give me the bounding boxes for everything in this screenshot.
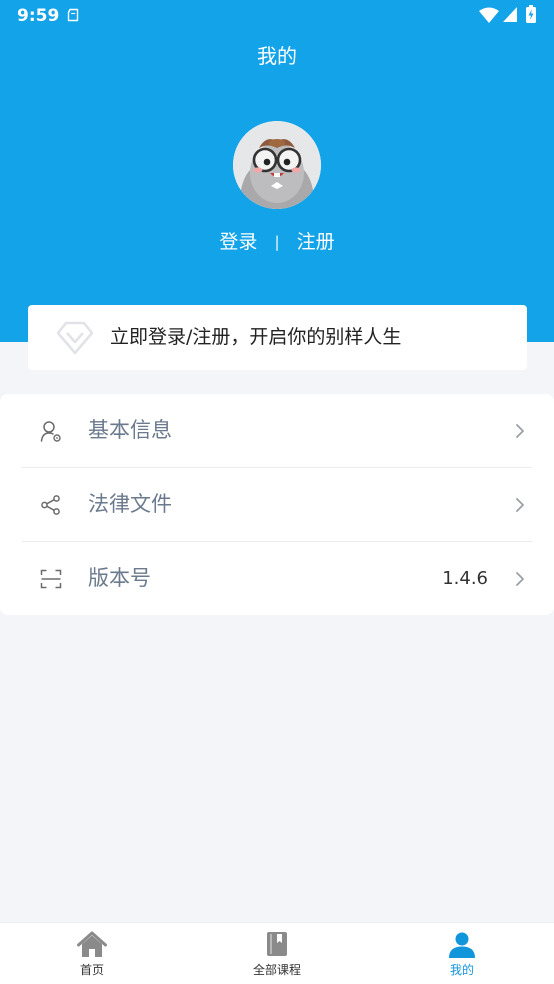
register-link[interactable]: 注册	[297, 227, 335, 257]
chevron-right-icon	[516, 572, 524, 586]
chevron-right-icon	[516, 424, 524, 438]
promo-text: 立即登录/注册，开启你的别样人生	[110, 326, 402, 348]
status-bar: 9:59	[0, 0, 554, 32]
avatar[interactable]	[233, 121, 321, 209]
home-icon	[77, 931, 107, 957]
battery-charging-icon	[526, 5, 536, 23]
login-link[interactable]: 登录	[219, 227, 257, 257]
mascot-avatar-image	[233, 121, 321, 209]
book-icon	[267, 932, 287, 956]
version-number: 1.4.6	[442, 568, 488, 589]
menu-item-basic-info[interactable]: 基本信息	[0, 394, 554, 467]
page-title: 我的	[257, 44, 297, 68]
user-settings-icon	[40, 421, 61, 442]
person-icon	[449, 932, 475, 958]
wifi-icon	[479, 7, 499, 23]
menu-item-legal-documents[interactable]: 法律文件	[0, 468, 554, 541]
menu-item-version[interactable]: 版本号 1.4.6	[0, 542, 554, 615]
tab-label: 全部课程	[252, 963, 301, 977]
menu-item-label: 版本号	[88, 566, 151, 590]
sd-card-icon	[67, 8, 79, 22]
chevron-right-icon	[516, 498, 524, 512]
tab-all-courses[interactable]: 全部课程	[185, 923, 369, 984]
menu-item-label: 基本信息	[88, 418, 172, 442]
settings-menu: 基本信息 法律文件 版本号 1.4.6	[0, 394, 554, 615]
scan-frame-icon	[40, 569, 62, 589]
profile-screen: 9:59 我的 登录 | 注册 立即登录/注册，开启你的别样人生 基本信息 法律…	[0, 0, 554, 984]
tab-my[interactable]: 我的	[370, 923, 554, 984]
diamond-icon	[56, 321, 94, 355]
tab-label: 首页	[79, 963, 104, 977]
share-icon	[41, 495, 60, 515]
tab-home[interactable]: 首页	[0, 923, 184, 984]
login-promo-banner[interactable]: 立即登录/注册，开启你的别样人生	[28, 305, 527, 370]
status-time: 9:59	[17, 6, 60, 26]
bottom-tab-bar: 首页 全部课程 我的	[0, 922, 554, 984]
auth-links: 登录 | 注册	[0, 226, 554, 257]
menu-item-label: 法律文件	[88, 492, 172, 516]
signal-icon	[503, 7, 517, 22]
tab-label: 我的	[449, 963, 474, 977]
auth-separator: |	[274, 232, 280, 251]
